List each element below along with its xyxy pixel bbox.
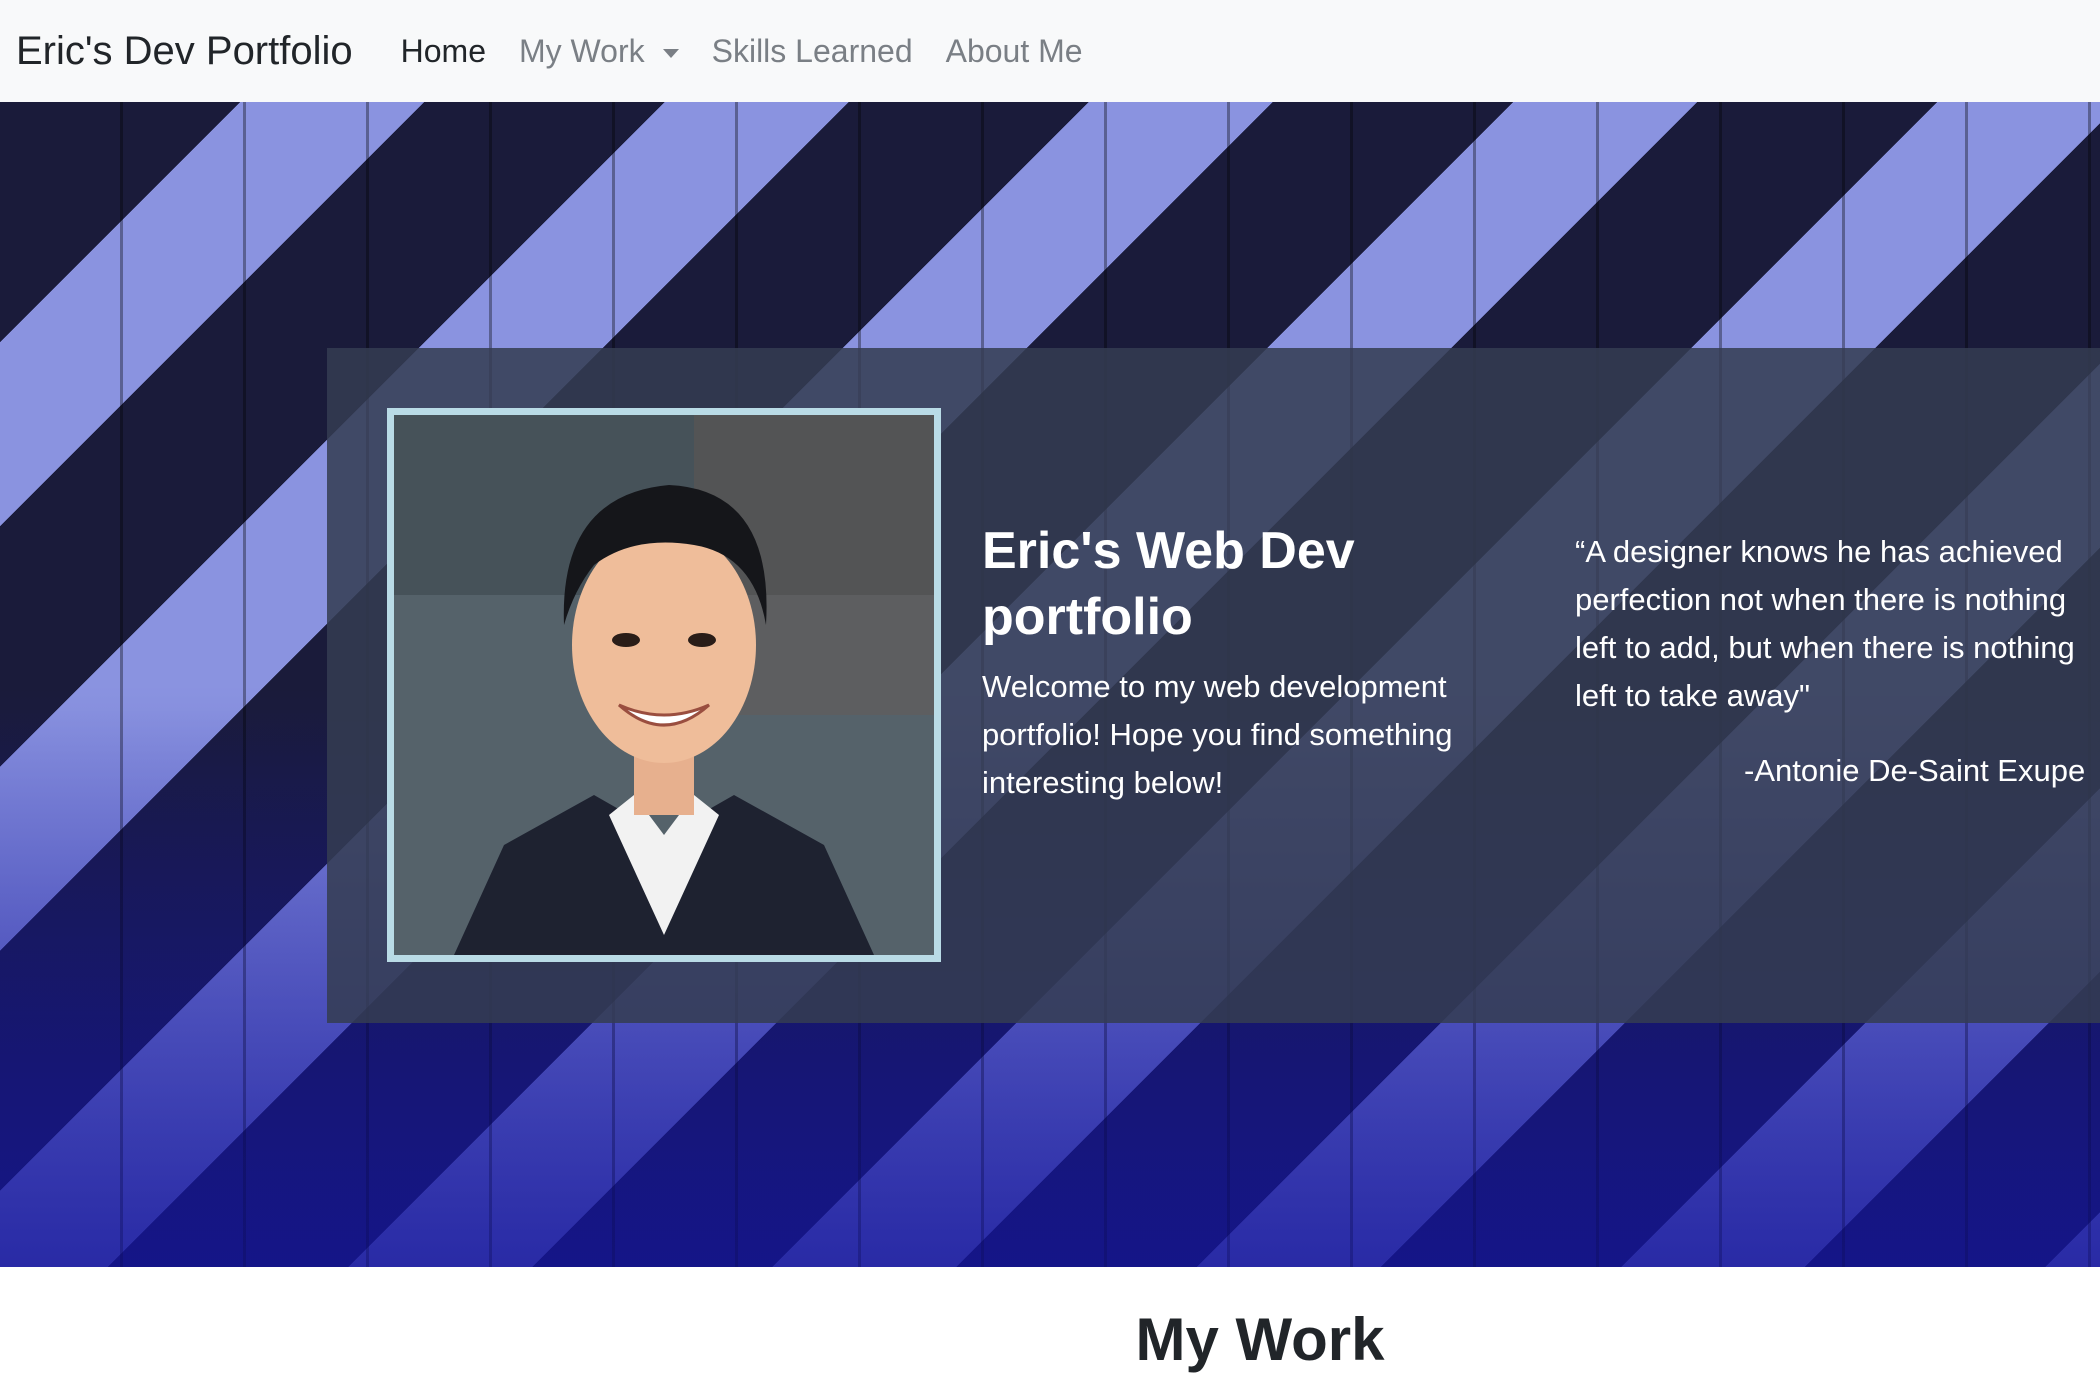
nav-link-skills-learned[interactable]: Skills Learned [712,33,913,70]
nav-link-home[interactable]: Home [401,33,486,70]
profile-photo [387,408,941,962]
hero-welcome-text: Welcome to my web development portfolio!… [982,669,1453,800]
hero-overlay-panel: Eric's Web Dev portfolio Welcome to my w… [327,348,2100,1023]
person-portrait-icon [394,415,934,955]
nav-link-about-label: About Me [945,32,1083,69]
hero-quote-author: -Antonie De-Saint Exupe [1744,753,2086,788]
nav-link-home-label: Home [400,32,486,69]
navbar: Eric's Dev Portfolio Home My Work Skills… [0,0,2100,102]
nav-link-my-work-dropdown[interactable]: My Work [519,33,679,70]
nav-link-skills-label: Skills Learned [711,32,913,69]
hero-title: Eric's Web Dev portfolio [982,522,1355,646]
nav-link-about-me[interactable]: About Me [946,33,1083,70]
chevron-down-icon [662,48,679,58]
hero-banner: Eric's Web Dev portfolio Welcome to my w… [0,102,2100,1267]
hero-quote: “A designer knows he has achieved perfec… [1575,534,2075,713]
nav-link-my-work-label: My Work [518,32,645,69]
my-work-heading: My Work [1135,1306,1385,1373]
navbar-brand[interactable]: Eric's Dev Portfolio [16,29,353,74]
